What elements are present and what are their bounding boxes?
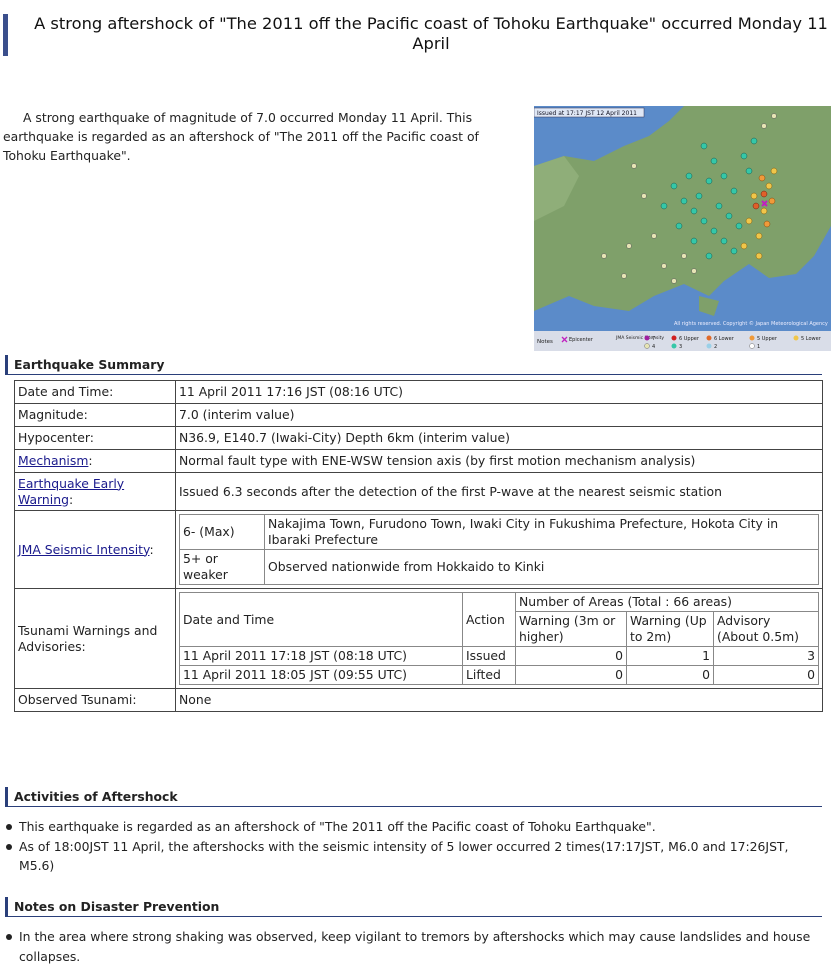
- page-title: A strong aftershock of "The 2011 off the…: [34, 14, 828, 53]
- svg-text:6 Lower: 6 Lower: [714, 336, 735, 342]
- map-graphic: Issued at 17:17 JST 12 April 2011 All ri…: [534, 106, 831, 351]
- intensity-table: 6- (Max) Nakajima Town, Furudono Town, I…: [179, 514, 819, 585]
- tsunami-row: 11 April 2011 17:18 JST (08:18 UTC) Issu…: [179, 646, 819, 666]
- notes-list: In the area where strong shaking was obs…: [0, 927, 820, 966]
- row-eew: Earthquake Early Warning: Issued 6.3 sec…: [14, 472, 823, 511]
- svg-text:5 Lower: 5 Lower: [801, 336, 822, 342]
- svg-text:3: 3: [679, 344, 682, 350]
- tsunami-table: Date and Time Action Number of Areas (To…: [179, 592, 819, 685]
- intensity-row: 5+ or weaker Observed nationwide from Ho…: [179, 549, 819, 585]
- row-hypocenter: Hypocenter: N36.9, E140.7 (Iwaki-City) D…: [14, 426, 823, 450]
- activities-list: This earthquake is regarded as an afters…: [0, 817, 820, 876]
- legend-epicenter: Epicenter: [569, 337, 594, 343]
- seismic-intensity-map: Issued at 17:17 JST 12 April 2011 All ri…: [534, 106, 831, 351]
- legend-jma: JMA Seismic Intensity: [615, 335, 664, 341]
- svg-text:4: 4: [652, 344, 655, 350]
- svg-text:5 Upper: 5 Upper: [757, 336, 778, 342]
- intensity-row: 6- (Max) Nakajima Town, Furudono Town, I…: [179, 514, 819, 550]
- svg-text:1: 1: [757, 344, 760, 350]
- row-intensity: JMA Seismic Intensity: 6- (Max) Nakajima…: [14, 510, 823, 589]
- tsunami-header-row: Date and Time Action Number of Areas (To…: [179, 592, 819, 647]
- list-item: This earthquake is regarded as an afters…: [0, 817, 820, 837]
- row-datetime: Date and Time: 11 April 2011 17:16 JST (…: [14, 380, 823, 404]
- activities-heading: Activities of Aftershock: [5, 787, 822, 807]
- svg-text:2: 2: [714, 344, 717, 350]
- intensity-link[interactable]: JMA Seismic Intensity: [18, 542, 149, 557]
- map-issued-label: Issued at 17:17 JST 12 April 2011: [537, 110, 637, 117]
- map-legend: Notes Epicenter JMA Seismic Intensity 7 …: [534, 331, 831, 351]
- notes-heading: Notes on Disaster Prevention: [5, 897, 822, 917]
- row-mechanism: Mechanism: Normal fault type with ENE-WS…: [14, 449, 823, 473]
- svg-text:6 Upper: 6 Upper: [679, 336, 700, 342]
- earthquake-summary-table: Date and Time: 11 April 2011 17:16 JST (…: [14, 380, 823, 712]
- map-copyright: All rights reserved. Copyright © Japan M…: [674, 320, 828, 327]
- svg-text:7: 7: [652, 336, 655, 342]
- summary-heading: Earthquake Summary: [5, 355, 822, 375]
- list-item: As of 18:00JST 11 April, the aftershocks…: [0, 837, 820, 876]
- tsunami-row: 11 April 2011 18:05 JST (09:55 UTC) Lift…: [179, 665, 819, 685]
- legend-notes: Notes: [537, 339, 553, 345]
- mechanism-link[interactable]: Mechanism: [18, 453, 88, 468]
- row-observed-tsunami: Observed Tsunami: None: [14, 688, 823, 712]
- intro-paragraph: A strong earthquake of magnitude of 7.0 …: [3, 108, 503, 165]
- page-title-block: A strong aftershock of "The 2011 off the…: [3, 14, 831, 56]
- intro-text: A strong earthquake of magnitude of 7.0 …: [3, 110, 479, 163]
- row-magnitude: Magnitude: 7.0 (interim value): [14, 403, 823, 427]
- list-item: In the area where strong shaking was obs…: [0, 927, 820, 966]
- row-tsunami: Tsunami Warnings and Advisories: Date an…: [14, 588, 823, 689]
